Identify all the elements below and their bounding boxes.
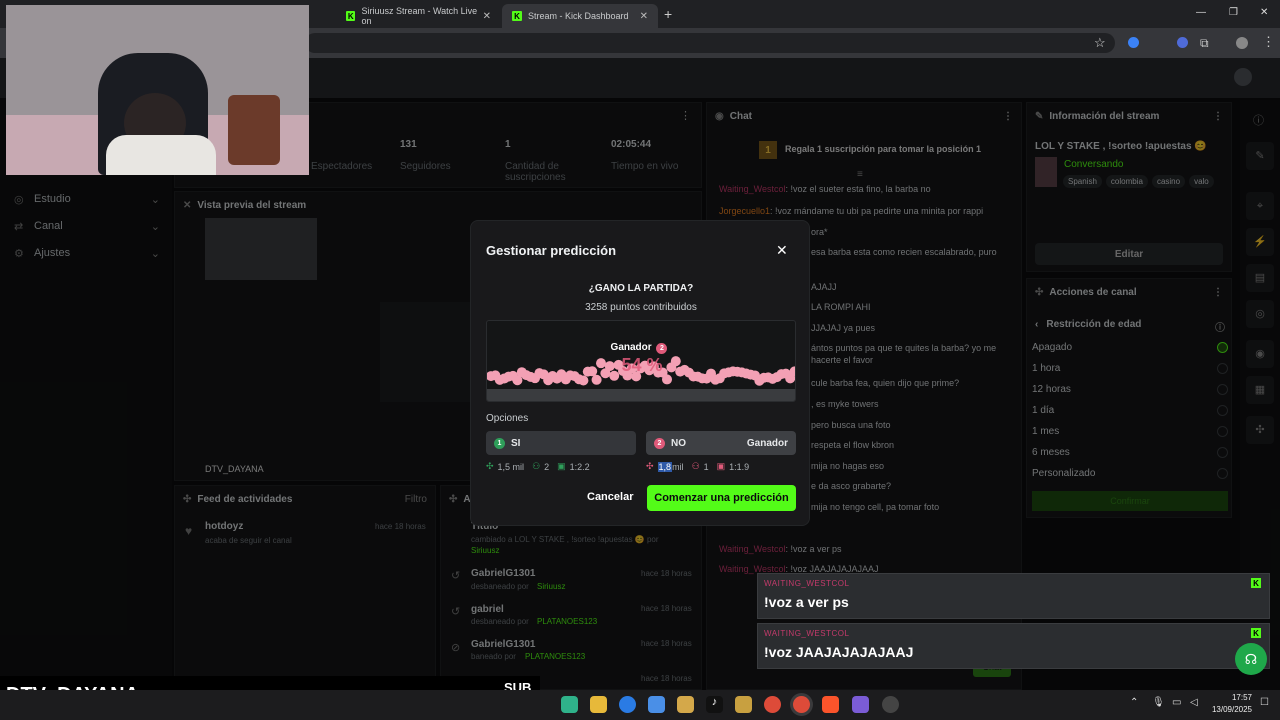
- star-icon[interactable]: ☆: [1094, 35, 1106, 51]
- maximize-button[interactable]: ❐: [1229, 7, 1238, 18]
- edge-icon[interactable]: [619, 696, 636, 713]
- new-tab-button[interactable]: +: [664, 6, 672, 22]
- winner-number-badge: 2: [656, 343, 668, 354]
- extension-icon[interactable]: [1128, 37, 1139, 48]
- network-icon[interactable]: ▭: [1172, 697, 1181, 708]
- taskbar: [0, 690, 1280, 720]
- prediction-ball: [578, 375, 589, 386]
- notification-icon[interactable]: ☐: [1260, 697, 1269, 708]
- modal-title: Gestionar predicción: [486, 243, 617, 258]
- clock-time[interactable]: 17:57: [1212, 693, 1252, 702]
- webcam-overlay: [6, 5, 309, 175]
- prediction-visual: Ganador 2 54 %: [486, 320, 796, 402]
- option-number-badge: 2: [654, 437, 665, 449]
- chevron-up-icon[interactable]: ⌃: [1130, 697, 1138, 708]
- kick-logo-icon: K: [1251, 578, 1261, 588]
- chat-alert: WAITING_WESTCOL !voz a ver ps K: [757, 573, 1270, 619]
- puzzle-icon[interactable]: ⧉: [1200, 36, 1209, 51]
- store-icon[interactable]: [648, 696, 665, 713]
- alert-message: !voz a ver ps: [764, 594, 849, 610]
- users-icon: ⚇: [532, 461, 541, 471]
- volume-icon[interactable]: ◁: [1190, 697, 1198, 708]
- option-si-stats: ✣ 1,5 mil ⚇ 2 ▣ 1:2.2: [486, 461, 590, 472]
- minimize-button[interactable]: —: [1196, 7, 1206, 18]
- option-name: SI: [511, 437, 521, 449]
- kick-logo-icon: K: [346, 11, 356, 21]
- tab-label: Siriuusz Stream - Watch Live on: [361, 6, 478, 26]
- start-prediction-button[interactable]: Comenzar una predicción: [647, 485, 796, 511]
- app-icon[interactable]: [677, 696, 694, 713]
- menu-kebab-icon[interactable]: ⋮: [1262, 34, 1275, 50]
- prediction-question: ¿GANO LA PARTIDA?: [588, 283, 694, 294]
- alert-message: !voz JAAJAJAJAJAAJ: [764, 644, 914, 660]
- close-window-button[interactable]: ✕: [1260, 7, 1268, 18]
- tab-label: Stream - Kick Dashboard: [528, 11, 629, 21]
- winner-label: Ganador: [610, 342, 652, 353]
- points-icon: ✣: [486, 461, 494, 471]
- chrome-active-icon[interactable]: [793, 696, 810, 713]
- prediction-modal: Gestionar predicción ✕ ¿GANO LA PARTIDA?…: [470, 220, 810, 526]
- tab-kick-dashboard[interactable]: K Stream - Kick Dashboard ✕: [502, 4, 658, 28]
- option-no[interactable]: 2 NO Ganador: [646, 431, 796, 455]
- app-icon[interactable]: [852, 696, 869, 713]
- webcam-plant: [228, 95, 280, 165]
- prediction-ball: [591, 374, 602, 385]
- obs-icon[interactable]: [882, 696, 899, 713]
- kick-logo-icon: K: [512, 11, 522, 21]
- option-no-stats: ✣ 1,8 mil ⚇ 1 ▣ 1:1.9: [646, 461, 750, 472]
- mic-icon[interactable]: 🎙: [1152, 697, 1165, 708]
- tab-siriuusz[interactable]: K Siriuusz Stream - Watch Live on ✕: [336, 4, 501, 28]
- folder-icon[interactable]: [590, 696, 607, 713]
- chrome-icon[interactable]: [764, 696, 781, 713]
- ratio-icon: ▣: [716, 461, 726, 471]
- kick-logo-icon: K: [1251, 628, 1261, 638]
- cancel-button[interactable]: Cancelar: [587, 491, 633, 503]
- option-si[interactable]: 1 SI: [486, 431, 636, 455]
- app-icon[interactable]: [561, 696, 578, 713]
- address-input[interactable]: [305, 33, 1115, 53]
- option-name: NO: [671, 437, 686, 449]
- alert-user: WAITING_WESTCOL: [764, 579, 850, 588]
- close-tab-icon[interactable]: ✕: [640, 11, 648, 22]
- clock-date[interactable]: 13/09/2025: [1204, 705, 1252, 714]
- webcam-person-body: [106, 135, 216, 175]
- extension-icon[interactable]: [1177, 37, 1188, 48]
- option-number-badge: 1: [494, 437, 505, 449]
- alert-user: WAITING_WESTCOL: [764, 629, 850, 638]
- points-contributed: 3258 puntos contribuidos: [585, 302, 697, 313]
- close-icon[interactable]: ✕: [776, 242, 788, 259]
- support-chat-icon[interactable]: ☊: [1235, 643, 1267, 675]
- winner-tag: Ganador: [746, 437, 788, 449]
- tiktok-icon[interactable]: ♪: [706, 696, 723, 713]
- winner-percent: 54 %: [621, 355, 663, 375]
- chat-alert: WAITING_WESTCOL !voz JAAJAJAJAJAAJ K: [757, 623, 1270, 669]
- user-avatar[interactable]: [1234, 68, 1252, 86]
- options-label: Opciones: [486, 413, 529, 424]
- close-tab-icon[interactable]: ✕: [483, 11, 491, 22]
- ratio-icon: ▣: [557, 461, 566, 471]
- winner-indicator: Ganador 2: [487, 342, 795, 354]
- users-icon: ⚇: [691, 461, 700, 471]
- app-icon[interactable]: [735, 696, 752, 713]
- points-icon: ✣: [646, 461, 654, 471]
- profile-avatar[interactable]: [1236, 37, 1248, 49]
- brave-icon[interactable]: [822, 696, 839, 713]
